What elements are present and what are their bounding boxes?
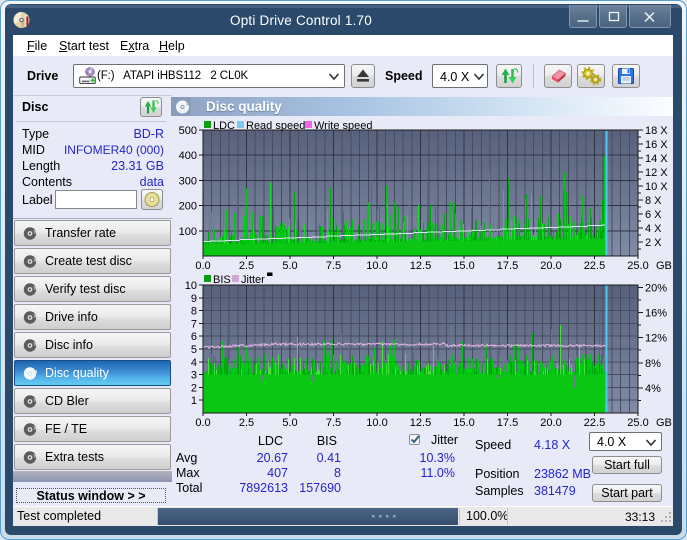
svg-text:10: 10 xyxy=(185,280,197,292)
svg-text:6: 6 xyxy=(191,331,197,343)
svg-text:0.0: 0.0 xyxy=(195,417,210,429)
svg-text:12 X: 12 X xyxy=(645,167,668,179)
svg-text:Read speed: Read speed xyxy=(246,120,305,132)
svg-text:BIS: BIS xyxy=(213,274,231,286)
svg-text:17.5: 17.5 xyxy=(497,417,518,429)
svg-text:10.0: 10.0 xyxy=(366,417,387,429)
svg-text:6 X: 6 X xyxy=(645,209,662,221)
svg-text:22.5: 22.5 xyxy=(584,417,605,429)
svg-text:100: 100 xyxy=(179,226,197,238)
svg-text:10 X: 10 X xyxy=(645,181,668,193)
svg-text:20%: 20% xyxy=(645,282,667,294)
svg-text:8: 8 xyxy=(191,306,197,318)
svg-text:12.5: 12.5 xyxy=(410,417,431,429)
svg-text:4%: 4% xyxy=(645,383,661,395)
svg-text:7.5: 7.5 xyxy=(326,417,341,429)
svg-text:3: 3 xyxy=(191,370,197,382)
svg-text:400: 400 xyxy=(179,150,197,162)
svg-text:GB: GB xyxy=(656,417,672,429)
svg-text:5.0: 5.0 xyxy=(282,417,297,429)
svg-text:5: 5 xyxy=(191,344,197,356)
svg-text:8%: 8% xyxy=(645,358,661,370)
svg-text:16%: 16% xyxy=(645,308,667,320)
svg-text:25.0: 25.0 xyxy=(627,417,648,429)
svg-text:16 X: 16 X xyxy=(645,139,668,151)
svg-text:1: 1 xyxy=(191,395,197,407)
svg-text:15.0: 15.0 xyxy=(453,417,474,429)
svg-text:200: 200 xyxy=(179,201,197,213)
svg-text:8 X: 8 X xyxy=(645,195,662,207)
svg-text:18 X: 18 X xyxy=(645,125,668,137)
svg-text:300: 300 xyxy=(179,175,197,187)
svg-text:LDC: LDC xyxy=(213,120,235,132)
svg-text:4: 4 xyxy=(191,357,197,369)
svg-text:Write speed: Write speed xyxy=(314,120,373,132)
svg-text:4 X: 4 X xyxy=(645,223,662,235)
svg-text:7: 7 xyxy=(191,318,197,330)
svg-text:2.5: 2.5 xyxy=(239,417,254,429)
svg-text:500: 500 xyxy=(179,125,197,137)
svg-text:14 X: 14 X xyxy=(645,153,668,165)
svg-text:9: 9 xyxy=(191,293,197,305)
svg-text:12%: 12% xyxy=(645,333,667,345)
svg-text:2: 2 xyxy=(191,382,197,394)
svg-text:2 X: 2 X xyxy=(645,237,662,249)
svg-text:Jitter: Jitter xyxy=(241,274,265,286)
svg-text:20.0: 20.0 xyxy=(540,417,561,429)
